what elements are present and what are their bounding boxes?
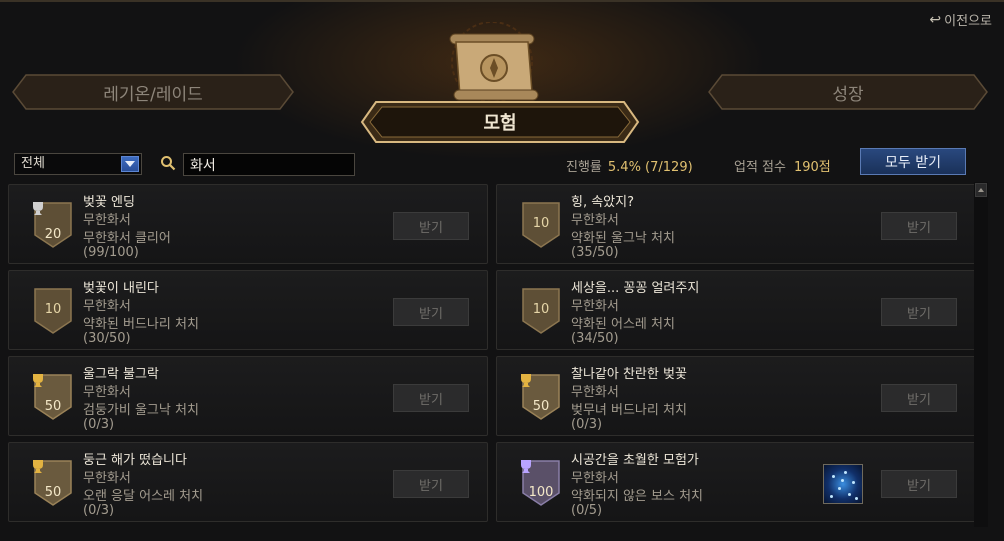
claim-button[interactable]: 받기: [881, 384, 957, 412]
claim-button[interactable]: 받기: [393, 470, 469, 498]
achievement-title: 찰나같아 찬란한 벚꽃: [571, 367, 687, 382]
achievement-points: 50: [44, 399, 62, 414]
claim-button[interactable]: 받기: [881, 298, 957, 326]
claim-button[interactable]: 받기: [393, 384, 469, 412]
achievement-badge: 10: [31, 287, 75, 335]
achievement-window: ↩ 이전으로 레기온/레이드 성장 모험 전체 진행률5.4% (7/129) …: [0, 0, 1004, 541]
achievement-category: 무한화서: [83, 213, 131, 228]
scroll-emblem-icon: [449, 22, 539, 103]
progress-label: 진행률: [566, 160, 602, 175]
achievement-progress: (0/3): [571, 417, 603, 432]
claim-button[interactable]: 받기: [881, 470, 957, 498]
progress-readout: 진행률 5.4% (7/129): [566, 156, 693, 175]
back-button[interactable]: ↩ 이전으로: [929, 10, 992, 30]
score-readout: 업적 점수 190점: [734, 156, 831, 175]
achievement-progress: (35/50): [571, 245, 619, 260]
achievement-points: 10: [532, 302, 550, 317]
achievement-points: 10: [532, 216, 550, 231]
category-filter-value: 전체: [21, 156, 45, 171]
achievement-list: 20 벚꽃 엔딩 무한화서 무한화서 클리어 (99/100) 받기 10 힝,…: [8, 182, 976, 527]
category-filter-select[interactable]: 전체: [14, 153, 142, 175]
achievement-category: 무한화서: [83, 385, 131, 400]
search-icon: [161, 156, 176, 171]
achievement-card: 50 찰나같아 찬란한 벚꽃 무한화서 벚무녀 버드나리 처치 (0/3) 받기: [496, 356, 976, 436]
tab-growth-label: 성장: [832, 84, 864, 105]
achievement-points: 100: [528, 485, 554, 500]
gold-trophy-icon: [521, 374, 531, 387]
tab-growth[interactable]: 성장: [708, 74, 988, 110]
silver-trophy-icon: [33, 202, 43, 215]
achievement-title: 벚꽃이 내린다: [83, 281, 159, 296]
achievement-points: 20: [44, 227, 62, 242]
achievement-condition: 약화된 어스레 처치: [571, 317, 675, 332]
tab-legion-raid[interactable]: 레기온/레이드: [12, 74, 294, 110]
return-arrow-icon: ↩: [929, 11, 942, 28]
achievement-badge: 10: [519, 201, 563, 249]
achievement-category: 무한화서: [571, 471, 619, 486]
claim-button[interactable]: 받기: [881, 212, 957, 240]
achievement-condition: 오랜 응달 어스레 처치: [83, 489, 204, 504]
achievement-card: 20 벚꽃 엔딩 무한화서 무한화서 클리어 (99/100) 받기: [8, 184, 488, 264]
achievement-points: 10: [44, 302, 62, 317]
tab-adventure[interactable]: 모험: [360, 100, 640, 144]
gold-trophy-icon: [33, 374, 43, 387]
achievement-progress: (0/3): [83, 503, 115, 518]
achievement-card: 100 시공간을 초월한 모험가 무한화서 약화되지 않은 보스 처치 (0/5…: [496, 442, 976, 522]
achievement-title: 울그락 불그락: [83, 367, 159, 382]
sparkle-item-icon[interactable]: [823, 464, 863, 504]
achievement-title: 세상을... 꽁꽁 얼려주지: [571, 281, 700, 296]
tab-adventure-label: 모험: [483, 113, 517, 134]
achievement-condition: 약화되지 않은 보스 처치: [571, 489, 703, 504]
gold-trophy-icon: [33, 460, 43, 473]
achievement-badge: 50: [519, 373, 563, 421]
achievement-progress: (0/3): [83, 417, 115, 432]
achievement-card: 50 둥근 해가 떴습니다 무한화서 오랜 응달 어스레 처치 (0/3) 받기: [8, 442, 488, 522]
achievement-title: 둥근 해가 떴습니다: [83, 453, 187, 468]
achievement-category: 무한화서: [571, 299, 619, 314]
achievement-title: 시공간을 초월한 모험가: [571, 453, 699, 468]
achievement-progress: (30/50): [83, 331, 131, 346]
achievement-condition: 약화된 버드나리 처치: [83, 317, 199, 332]
score-value: 190점: [793, 160, 831, 175]
achievement-category: 무한화서: [83, 471, 131, 486]
achievement-progress: (0/5): [571, 503, 603, 518]
achievement-progress: (34/50): [571, 331, 619, 346]
chevron-down-icon[interactable]: [121, 156, 139, 172]
purple-trophy-icon: [521, 460, 531, 473]
achievement-category: 무한화서: [83, 299, 131, 314]
achievement-condition: 벚무녀 버드나리 처치: [571, 403, 687, 418]
achievement-condition: 무한화서 클리어: [83, 231, 171, 246]
claim-button[interactable]: 받기: [393, 298, 469, 326]
achievement-card: 10 벚꽃이 내린다 무한화서 약화된 버드나리 처치 (30/50) 받기: [8, 270, 488, 350]
achievement-points: 50: [44, 485, 62, 500]
achievement-badge: 10: [519, 287, 563, 335]
achievement-condition: 약화된 울그낙 처치: [571, 231, 675, 246]
achievement-badge: 20: [31, 201, 75, 249]
achievement-category: 무한화서: [571, 213, 619, 228]
achievement-title: 힝, 속았지?: [571, 195, 635, 210]
achievement-card: 50 울그락 불그락 무한화서 검둥가비 울그낙 처치 (0/3) 받기: [8, 356, 488, 436]
claim-button[interactable]: 받기: [393, 212, 469, 240]
achievement-points: 50: [532, 399, 550, 414]
score-label: 업적 점수: [734, 160, 786, 175]
achievement-badge: 50: [31, 459, 75, 507]
achievement-title: 벚꽃 엔딩: [83, 195, 135, 210]
claim-all-button[interactable]: 모두 받기: [860, 148, 966, 175]
achievement-condition: 검둥가비 울그낙 처치: [83, 403, 199, 418]
achievement-progress: (99/100): [83, 245, 139, 260]
achievement-badge: 100: [519, 459, 563, 507]
achievement-card: 10 힝, 속았지? 무한화서 약화된 울그낙 처치 (35/50) 받기: [496, 184, 976, 264]
achievement-card: 10 세상을... 꽁꽁 얼려주지 무한화서 약화된 어스레 처치 (34/50…: [496, 270, 976, 350]
progress-value: 5.4% (7/129): [607, 160, 693, 175]
scroll-up-icon[interactable]: [975, 183, 987, 197]
achievement-category: 무한화서: [571, 385, 619, 400]
list-scrollbar[interactable]: [974, 182, 988, 527]
tab-legion-raid-label: 레기온/레이드: [103, 84, 203, 105]
achievement-badge: 50: [31, 373, 75, 421]
back-label: 이전으로: [944, 14, 992, 29]
search-input[interactable]: [183, 153, 355, 176]
